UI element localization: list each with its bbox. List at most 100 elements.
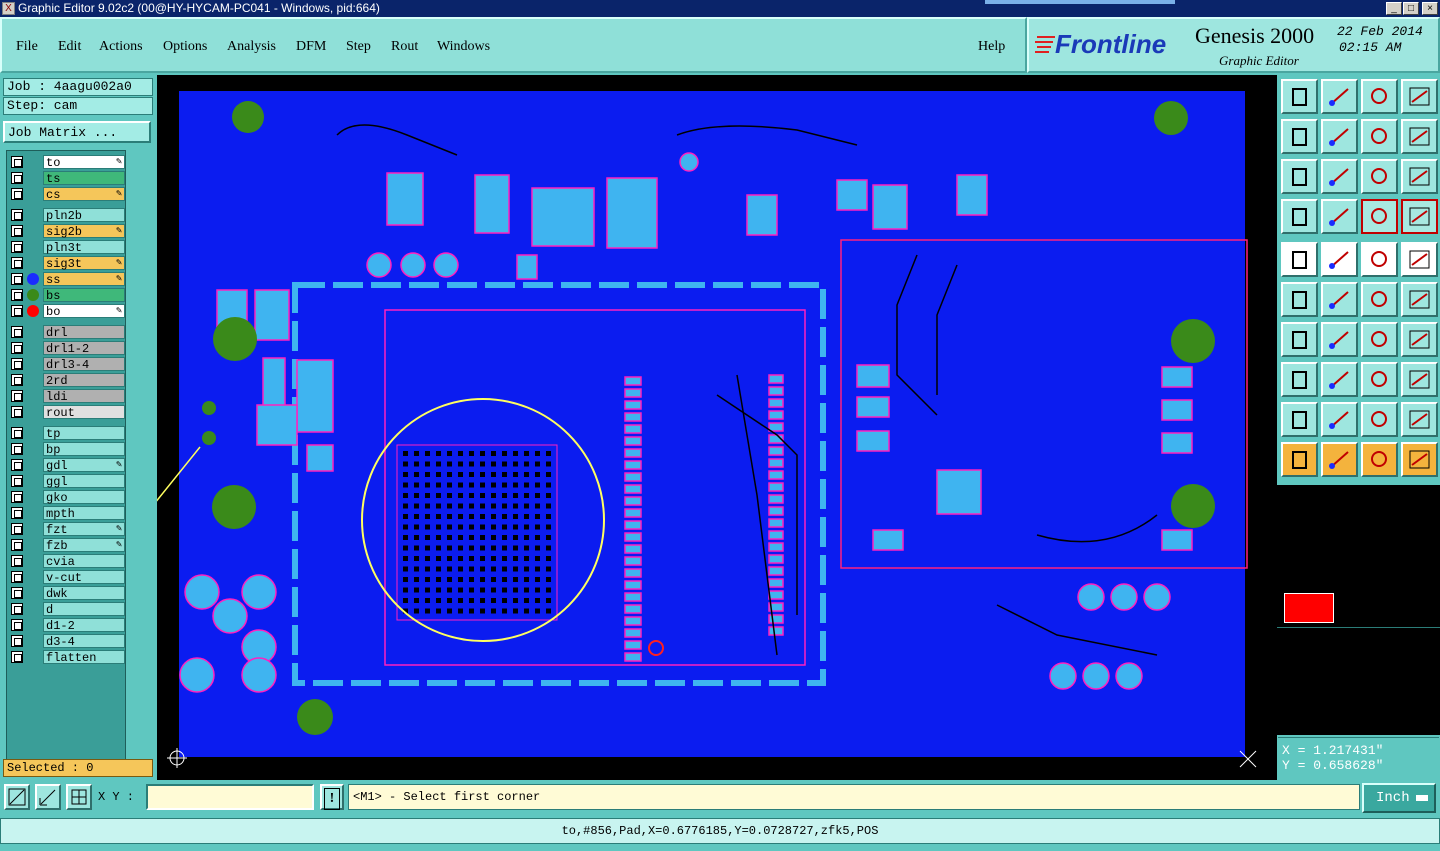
menu-analysis[interactable]: Analysis <box>227 39 276 55</box>
layer-checkbox[interactable] <box>11 342 23 354</box>
layer-name[interactable]: drl <box>43 325 125 340</box>
layer-row-bp[interactable]: bp <box>9 442 125 457</box>
layer-row-2rd[interactable]: 2rd <box>9 373 125 388</box>
zoom-in-icon[interactable] <box>4 784 30 810</box>
layer-name[interactable]: drl3-4 <box>43 357 125 372</box>
layer-row-ts[interactable]: ts <box>9 171 125 186</box>
layer-row-fzt[interactable]: fzt ✎ <box>9 522 125 537</box>
job-matrix-button[interactable]: Job Matrix ... <box>3 121 151 143</box>
layer-name[interactable]: 2rd <box>43 373 125 388</box>
layer-checkbox[interactable] <box>11 619 23 631</box>
layer-checkbox[interactable] <box>11 358 23 370</box>
menu-actions[interactable]: Actions <box>99 39 143 55</box>
layer-checkbox[interactable] <box>11 491 23 503</box>
mirror-icon[interactable] <box>1321 362 1358 397</box>
layer-row-ggl[interactable]: ggl <box>9 474 125 489</box>
select-box-icon[interactable] <box>1321 442 1358 477</box>
layer-row-to[interactable]: to ✎ <box>9 155 125 170</box>
layers-icon[interactable] <box>1361 199 1398 234</box>
layer-name[interactable]: fzb ✎ <box>43 538 125 553</box>
menu-options[interactable]: Options <box>163 39 207 55</box>
layer-row-gdl[interactable]: gdl ✎ <box>9 458 125 473</box>
layer-row-drl1-2[interactable]: drl1-2 <box>9 341 125 356</box>
layer-name[interactable]: ldi <box>43 389 125 404</box>
layer-checkbox[interactable] <box>11 475 23 487</box>
layer-name[interactable]: d3-4 <box>43 634 125 649</box>
fit-icon[interactable] <box>1281 159 1318 194</box>
layer-name[interactable]: mpth <box>43 506 125 521</box>
layer-name[interactable]: bo ✎ <box>43 304 125 319</box>
arch-alt-icon[interactable] <box>1401 402 1438 437</box>
layer-name[interactable]: ts <box>43 171 125 186</box>
layer-row-rout[interactable]: rout <box>9 405 125 420</box>
layer-checkbox[interactable] <box>11 587 23 599</box>
layer-checkbox[interactable] <box>11 406 23 418</box>
center-icon[interactable] <box>1321 159 1358 194</box>
layer-name[interactable]: d <box>43 602 125 617</box>
layer-name[interactable]: fzt ✎ <box>43 522 125 537</box>
close-button[interactable]: × <box>1422 2 1438 15</box>
menu-windows[interactable]: Windows <box>437 39 490 55</box>
layer-row-d[interactable]: d <box>9 602 125 617</box>
copy-icon[interactable] <box>1281 362 1318 397</box>
slash-icon[interactable] <box>1321 322 1358 357</box>
triangle-alt-icon[interactable] <box>1321 402 1358 437</box>
layer-row-fzb[interactable]: fzb ✎ <box>9 538 125 553</box>
layer-checkbox[interactable] <box>11 241 23 253</box>
redraw-icon[interactable] <box>1401 119 1438 154</box>
layer-row-pln3t[interactable]: pln3t <box>9 240 125 255</box>
move-icon[interactable] <box>1361 282 1398 317</box>
menu-dfm[interactable]: DFM <box>296 39 326 55</box>
layer-row-sig3t[interactable]: sig3t ✎ <box>9 256 125 271</box>
select-in-icon[interactable] <box>1361 442 1398 477</box>
layer-row-tp[interactable]: tp <box>9 426 125 441</box>
layer-checkbox[interactable] <box>11 603 23 615</box>
layer-row-pln2b[interactable]: pln2b <box>9 208 125 223</box>
app-icon[interactable]: X <box>2 2 15 15</box>
layer-checkbox[interactable] <box>11 523 23 535</box>
layer-name[interactable]: sig3t ✎ <box>43 256 125 271</box>
text-icon[interactable] <box>1401 322 1438 357</box>
split-window-icon[interactable] <box>1401 79 1438 114</box>
layer-checkbox[interactable] <box>11 651 23 663</box>
warning-icon[interactable]: ! <box>320 784 344 810</box>
arch-icon[interactable] <box>1361 402 1398 437</box>
layer-row-ldi[interactable]: ldi <box>9 389 125 404</box>
zoom-page-icon[interactable] <box>1281 79 1318 114</box>
layer-name[interactable]: cvia <box>43 554 125 569</box>
menu-help[interactable]: Help <box>978 39 1005 55</box>
pcb-view[interactable] <box>96 75 1277 780</box>
layer-name[interactable]: drl1-2 <box>43 341 125 356</box>
feature-icon[interactable] <box>1401 362 1438 397</box>
layer-name[interactable]: pln3t <box>43 240 125 255</box>
layers-alt-icon[interactable] <box>1401 199 1438 234</box>
layer-checkbox[interactable] <box>11 459 23 471</box>
layer-checkbox[interactable] <box>11 555 23 567</box>
layer-row-v-cut[interactable]: v-cut <box>9 570 125 585</box>
pad-icon[interactable] <box>1281 242 1318 277</box>
layer-row-d3-4[interactable]: d3-4 <box>9 634 125 649</box>
triangle-icon[interactable] <box>1281 402 1318 437</box>
layer-name[interactable]: ggl <box>43 474 125 489</box>
layer-checkbox[interactable] <box>11 156 23 168</box>
grid-icon[interactable] <box>1321 199 1358 234</box>
layer-checkbox[interactable] <box>11 289 23 301</box>
layer-checkbox[interactable] <box>11 225 23 237</box>
menu-rout[interactable]: Rout <box>391 39 418 55</box>
select-icon[interactable] <box>1281 442 1318 477</box>
select-net-icon[interactable] <box>1401 442 1438 477</box>
layer-row-mpth[interactable]: mpth <box>9 506 125 521</box>
layer-name[interactable]: gko <box>43 490 125 505</box>
undo-icon[interactable] <box>1361 119 1398 154</box>
layer-name[interactable]: bp <box>43 442 125 457</box>
ruler-icon[interactable] <box>1361 242 1398 277</box>
zoom-home-icon[interactable] <box>1321 79 1358 114</box>
layer-row-cs[interactable]: cs ✎ <box>9 187 125 202</box>
layer-row-dwk[interactable]: dwk <box>9 586 125 601</box>
layer-row-sig2b[interactable]: sig2b ✎ <box>9 224 125 239</box>
pan-right-icon[interactable] <box>1321 119 1358 154</box>
layer-checkbox[interactable] <box>11 188 23 200</box>
arc-icon[interactable] <box>1361 322 1398 357</box>
layer-checkbox[interactable] <box>11 507 23 519</box>
grid-snap-icon[interactable] <box>66 784 92 810</box>
